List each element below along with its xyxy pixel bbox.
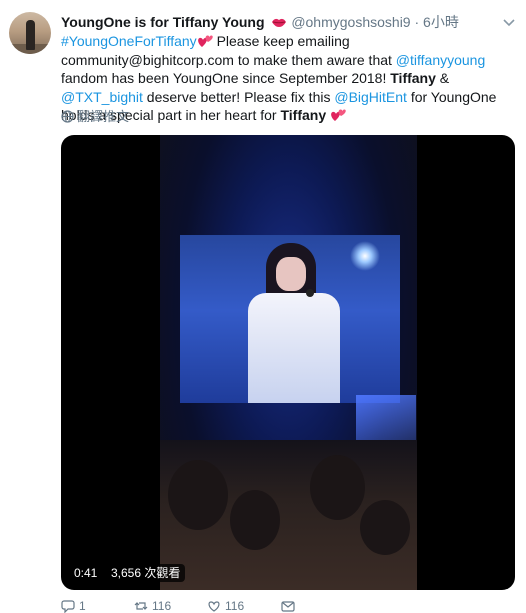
tweet-text-part: deserve better! Please fix this (142, 88, 335, 105)
view-count: 3,656 次觀看 (106, 564, 186, 582)
stage-screen (180, 235, 400, 403)
tweet-text-part: fandom has been YoungOne since September… (61, 70, 391, 86)
performer-body (248, 293, 340, 403)
crowd (160, 440, 417, 590)
crowd-head (168, 460, 228, 530)
avatar-figure (26, 20, 35, 50)
mention-link[interactable]: @tiffanyyoung (396, 52, 485, 68)
heart-icon (208, 601, 220, 612)
performer-face (276, 257, 306, 291)
crowd-head (230, 490, 280, 550)
retweet-button[interactable]: 116 (134, 599, 171, 613)
crowd-head (360, 500, 410, 555)
crowd-head (310, 455, 365, 520)
tweet[interactable]: YoungOne is for Tiffany Young @ohmygoshs… (0, 0, 526, 613)
stage-glow (350, 241, 380, 271)
display-name[interactable]: YoungOne is for Tiffany Young (61, 14, 265, 30)
reply-count: 1 (79, 599, 86, 613)
separator-dot: · (414, 14, 420, 30)
retweet-count: 116 (152, 599, 172, 613)
video-duration: 0:41 (69, 564, 103, 582)
bold-text: Tiffany (390, 70, 436, 86)
retweet-icon (134, 602, 148, 610)
video-frame (160, 135, 417, 590)
like-count: 116 (225, 599, 245, 613)
two-hearts-emoji-icon (197, 35, 213, 47)
mention-link[interactable]: @TXT_bighit (61, 89, 143, 105)
translate-label: 翻譯推文 (77, 109, 130, 124)
handle[interactable]: @ohmygoshsoshi9 (291, 14, 410, 30)
video-player[interactable]: 0:41 3,656 次觀看 (61, 135, 515, 590)
avatar[interactable] (9, 12, 51, 54)
chevron-down-icon[interactable] (502, 15, 516, 29)
tweet-header: YoungOne is for Tiffany Young @ohmygoshs… (61, 13, 459, 31)
message-button[interactable] (281, 599, 295, 613)
globe-icon (61, 110, 74, 123)
tweet-text-part: & (435, 70, 450, 86)
hashtag-link[interactable]: #YoungOneForTiffany (61, 33, 197, 49)
bold-text: Tiffany (280, 107, 327, 123)
translate-tweet-link[interactable]: 翻譯推文 (61, 109, 129, 125)
like-button[interactable]: 116 (207, 599, 244, 613)
reply-icon (61, 600, 75, 613)
two-hearts-emoji-icon (331, 109, 346, 121)
microphone (306, 289, 314, 297)
message-icon (281, 601, 295, 612)
timestamp[interactable]: 6小時 (423, 14, 459, 30)
mention-link[interactable]: @BigHitEnt (334, 89, 407, 105)
lips-emoji-icon (272, 18, 287, 27)
reply-button[interactable]: 1 (61, 599, 86, 613)
tweet-actions: 1 116 116 (61, 599, 361, 613)
